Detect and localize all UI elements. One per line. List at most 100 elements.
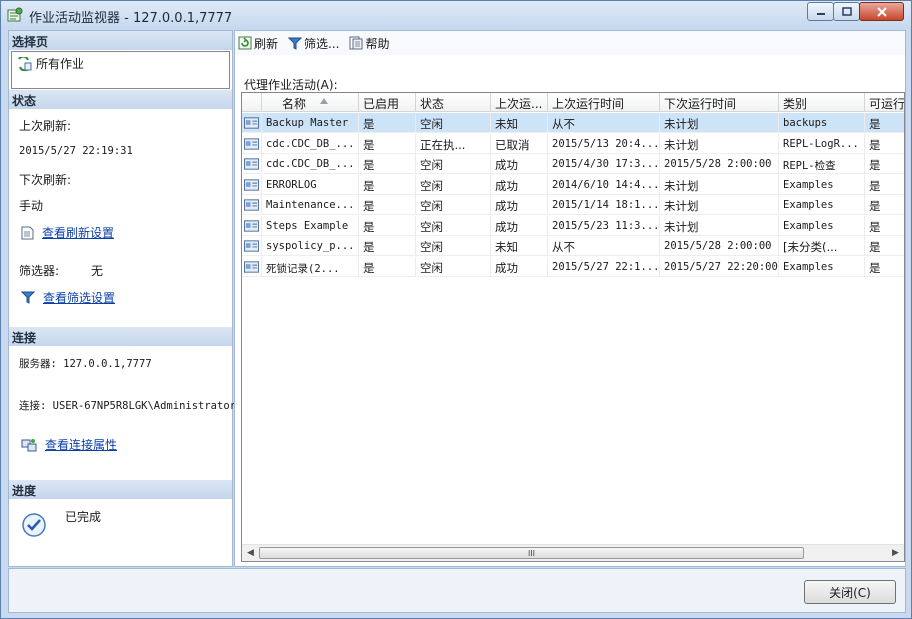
job-icon [242,256,262,277]
cell-next-run: 2015/5/27 22:20:00 [660,256,779,277]
page-item-all-jobs[interactable]: 所有作业 [16,55,84,72]
view-connection-properties-row: 查看连接属性 [21,436,117,453]
column-header-last-outcome[interactable]: 上次运... [491,93,548,112]
cell-category: REPL-LogR... [779,133,865,154]
main-pane: 刷新 筛选... 帮助 代理作业活动(A): 名称 已启用 状态 上次运... … [234,30,906,567]
cell-last-run: 2015/5/27 22:1... [548,256,660,277]
table-row[interactable]: ERRORLOG 是空闲 成功 2014/6/10 14:4... 未计划 Example… [242,174,904,195]
filter-value: 无 [91,264,104,278]
column-header-next-run[interactable]: 下次运行时间 [660,93,779,112]
cell-name: syspolicy_p... [262,236,359,256]
table-row[interactable]: syspolicy_p... 是空闲 未知 从不 2015/5/28 2:00:00 [未… [242,236,904,256]
filter-label: 筛选... [304,36,340,51]
cell-next-run: 未计划 [660,174,779,195]
scroll-right-arrow-icon[interactable]: ▶ [887,545,904,561]
cell-category: Examples [779,215,865,236]
funnel-icon [21,291,35,304]
table-row[interactable]: Steps Example 是空闲 成功 2015/5/23 11:3... 未计划 Ex… [242,215,904,236]
cell-enabled: 是 [359,133,416,154]
view-refresh-settings-link[interactable]: 查看刷新设置 [42,224,114,241]
cell-last-run: 2014/6/10 14:4... [548,174,660,195]
column-header-category[interactable]: 类别 [779,93,865,112]
cell-name: cdc.CDC_DB_... [262,133,359,154]
table-row[interactable]: Backup Master 是空闲 未知 从不 未计划 backups 是 [242,113,904,133]
horizontal-scrollbar[interactable]: ◀ III ▶ [242,544,904,561]
job-activity-grid: 名称 已启用 状态 上次运... 上次运行时间 下次运行时间 类别 可运行 Ba… [241,92,905,562]
view-connection-properties-link[interactable]: 查看连接属性 [45,436,117,453]
minimize-button[interactable] [807,2,834,21]
cell-category: Examples [779,256,865,277]
cell-next-run: 未计划 [660,133,779,154]
document-icon [21,226,34,239]
page-item-label: 所有作业 [36,57,85,71]
column-header-name[interactable]: 名称 [262,93,359,112]
help-button[interactable]: 帮助 [349,35,389,52]
table-row[interactable]: Maintenance... 是空闲 成功 2015/1/14 18:1... 未计划 E… [242,195,904,215]
scroll-left-arrow-icon[interactable]: ◀ [242,545,259,561]
cell-last-outcome: 已取消 [491,133,548,154]
filter-button[interactable]: 筛选... [288,35,339,52]
table-row[interactable]: cdc.CDC_DB_... 是空闲 成功 2015/4/30 17:3... 2015… [242,154,904,174]
table-row[interactable]: 死锁记录(2... 是空闲 成功 2015/5/27 22:1... 2015/5/27… [242,256,904,277]
cell-category: backups [779,113,865,133]
cell-last-outcome: 未知 [491,113,548,133]
cell-next-run: 未计划 [660,215,779,236]
cell-name: cdc.CDC_DB_... [262,154,359,174]
help-icon [349,36,363,50]
cell-enabled: 是 [359,113,416,133]
toolbar: 刷新 筛选... 帮助 [235,31,905,55]
job-icon [242,195,262,215]
connection-header: 连接 [9,327,232,346]
select-page-header: 选择页 [9,31,232,50]
cell-last-run: 2015/5/13 20:4... [548,133,660,154]
connection-properties-icon [21,438,37,451]
cell-next-run: 2015/5/28 2:00:00 [660,236,779,256]
scrollbar-thumb[interactable]: III [259,547,804,559]
column-header-runnable[interactable]: 可运行 [865,93,904,112]
cell-name: Maintenance... [262,195,359,215]
cell-status: 空闲 [416,154,491,174]
cell-last-run: 2015/5/23 11:3... [548,215,660,236]
cell-status: 空闲 [416,195,491,215]
job-monitor-icon [7,7,23,22]
close-window-button[interactable] [859,2,904,21]
cell-last-run: 从不 [548,236,660,256]
close-button[interactable]: 关闭(C) [804,580,896,604]
maximize-button[interactable] [833,2,860,21]
column-header-enabled[interactable]: 已启用 [359,93,416,112]
view-refresh-settings-row: 查看刷新设置 [21,224,114,241]
cell-category: [未分类(... [779,236,865,256]
job-icon [242,154,262,174]
funnel-icon [288,37,303,50]
close-icon [876,6,887,17]
cell-runnable: 是 [865,113,904,133]
grid-label: 代理作业活动(A): [244,78,338,92]
button-bar: 关闭(C) [8,568,906,613]
table-row[interactable]: cdc.CDC_DB_... 是正在执... 已取消 2015/5/13 20:4..… [242,133,904,154]
cell-name: Backup Master [262,113,359,133]
window-title: 作业活动监视器 - 127.0.0.1,7777 [29,11,233,26]
jobs-icon [18,56,32,71]
job-icon [242,174,262,195]
cell-next-run: 2015/5/28 2:00:00 [660,154,779,174]
refresh-button[interactable]: 刷新 [238,35,278,52]
cell-runnable: 是 [865,216,904,236]
column-header-last-run[interactable]: 上次运行时间 [548,93,660,112]
cell-name: ERRORLOG [262,174,359,195]
job-activity-monitor-window: 作业活动监视器 - 127.0.0.1,7777 选择页 所有作业 状态 上次刷… [0,0,912,619]
cell-last-outcome: 成功 [491,215,548,236]
cell-status: 空闲 [416,215,491,236]
status-header: 状态 [9,90,232,109]
view-filter-settings-link[interactable]: 查看筛选设置 [43,289,115,306]
cell-runnable: 是 [865,175,904,195]
job-icon [242,215,262,236]
progress-header: 进度 [9,480,232,499]
cell-last-outcome: 成功 [491,174,548,195]
cell-category: Examples [779,195,865,215]
job-icon [242,236,262,256]
cell-last-outcome: 成功 [491,195,548,215]
job-icon [242,133,262,154]
cell-status: 空闲 [416,174,491,195]
column-header-status[interactable]: 状态 [416,93,491,112]
cell-last-outcome: 未知 [491,236,548,256]
